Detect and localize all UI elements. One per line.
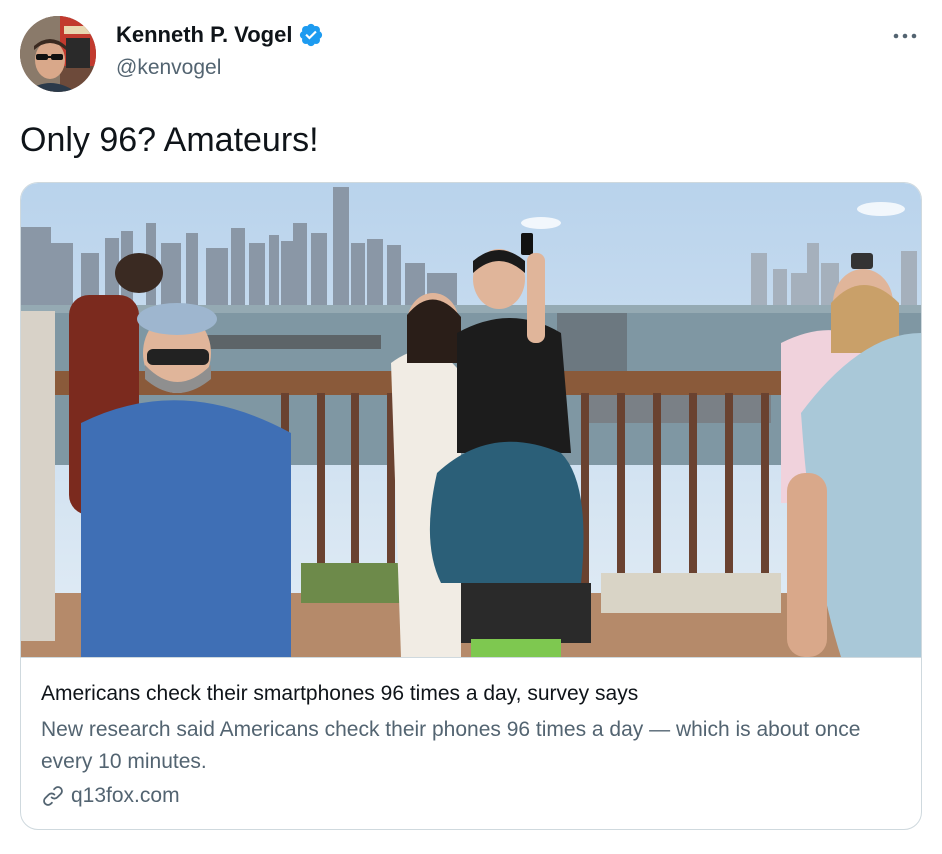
more-options-button[interactable] xyxy=(890,24,920,48)
link-preview-card[interactable]: Americans check their smartphones 96 tim… xyxy=(20,182,922,830)
author-name-row: Kenneth P. Vogel xyxy=(116,22,324,48)
author-display-name[interactable]: Kenneth P. Vogel xyxy=(116,22,292,48)
card-domain: q13fox.com xyxy=(41,782,180,810)
more-horizontal-icon xyxy=(893,33,917,39)
card-body: Americans check their smartphones 96 tim… xyxy=(21,657,921,829)
card-domain-text: q13fox.com xyxy=(71,784,180,807)
avatar[interactable] xyxy=(20,16,96,92)
author-handle[interactable]: @kenvogel xyxy=(116,56,221,80)
card-image xyxy=(21,183,921,657)
card-description: New research said Americans check their … xyxy=(41,718,861,773)
link-icon xyxy=(41,784,65,808)
avatar-photo xyxy=(20,16,96,92)
verified-badge-icon xyxy=(298,22,324,48)
card-title: Americans check their smartphones 96 tim… xyxy=(41,682,639,705)
tweet-text: Only 96? Amateurs! xyxy=(20,121,319,159)
